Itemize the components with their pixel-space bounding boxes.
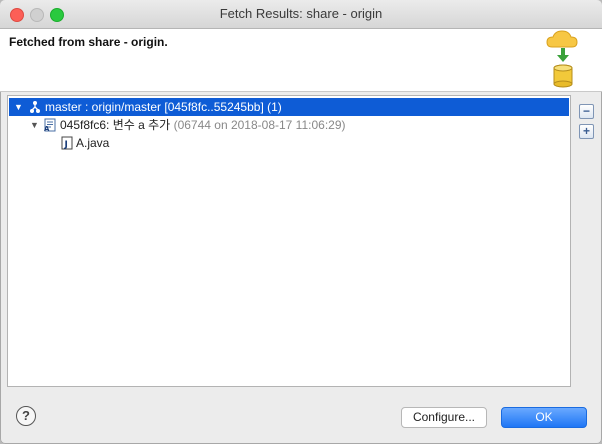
tree-row-commit[interactable]: ▼ A 045f8fc6: 변수 a 추가 (06744 on 2018-08-…: [8, 116, 570, 134]
fetch-result-tree[interactable]: ▼ master : origin/master [045f8fc..55245…: [7, 95, 571, 387]
tree-row-branch[interactable]: ▼ master : origin/master [045f8fc..55245…: [9, 98, 569, 116]
help-button[interactable]: ?: [16, 406, 36, 426]
fetch-cloud-database-icon: [546, 30, 578, 88]
commit-icon: A: [44, 118, 56, 132]
expand-arrow-icon[interactable]: ▼: [14, 98, 23, 116]
java-file-icon: J: [61, 136, 73, 150]
expand-all-icon[interactable]: +: [579, 124, 594, 139]
ok-button[interactable]: OK: [501, 407, 587, 428]
window-title: Fetch Results: share - origin: [219, 6, 383, 21]
commit-message: 변수 a 추가: [112, 118, 171, 132]
configure-button[interactable]: Configure...: [401, 407, 487, 428]
file-label: A.java: [76, 136, 110, 150]
commit-meta: (06744 on 2018-08-17 11:06:29): [173, 118, 346, 132]
collapse-all-icon[interactable]: −: [579, 104, 594, 119]
fetch-results-dialog: Fetch Results: share - origin Fetched fr…: [0, 0, 602, 444]
dialog-header: Fetched from share - origin.: [0, 29, 602, 92]
svg-text:A: A: [44, 125, 50, 132]
tree-row-file[interactable]: J A.java: [8, 134, 570, 152]
svg-text:J: J: [64, 140, 68, 150]
title-bar: Fetch Results: share - origin: [0, 0, 602, 29]
branch-icon: [30, 101, 40, 113]
header-message: Fetched from share - origin.: [9, 35, 168, 49]
commit-hash: 045f8fc6:: [60, 118, 110, 132]
expand-arrow-icon[interactable]: ▼: [30, 116, 39, 134]
branch-label: master : origin/master [045f8fc..55245bb…: [45, 100, 282, 114]
